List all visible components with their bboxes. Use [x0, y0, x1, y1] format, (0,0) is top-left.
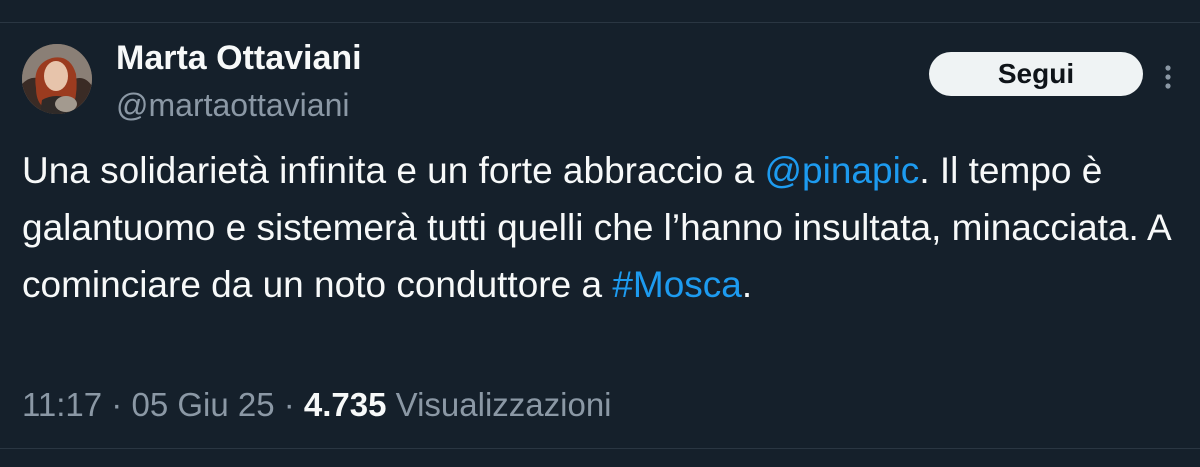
mention-link[interactable]: @pinapic	[765, 150, 920, 191]
views-label[interactable]: Visualizzazioni	[387, 386, 612, 423]
tweet-text: Una solidarietà infinita e un forte abbr…	[22, 142, 1182, 313]
views-count[interactable]: 4.735	[304, 386, 387, 423]
tweet-meta: 11:17 · 05 Giu 25 · 4.735 Visualizzazion…	[22, 384, 612, 426]
tweet-text-segment: Una solidarietà infinita e un forte abbr…	[22, 150, 765, 191]
bottom-divider	[0, 448, 1200, 449]
author-handle[interactable]: @martaottaviani	[116, 86, 349, 124]
meta-separator: ·	[274, 386, 304, 423]
avatar[interactable]	[22, 44, 92, 114]
top-divider	[0, 22, 1200, 23]
tweet-time[interactable]: 11:17	[22, 386, 102, 423]
hashtag-link[interactable]: #Mosca	[612, 264, 742, 305]
author-name[interactable]: Marta Ottaviani	[116, 38, 362, 78]
tweet-text-segment: .	[741, 264, 753, 305]
meta-separator: ·	[102, 386, 132, 423]
more-vertical-icon	[1165, 65, 1171, 89]
follow-button[interactable]: Segui	[929, 52, 1143, 96]
avatar-image	[22, 44, 92, 114]
tweet-date[interactable]: 05 Giu 25	[131, 386, 274, 423]
follow-button-label: Segui	[997, 58, 1075, 89]
more-options-button[interactable]	[1158, 62, 1178, 92]
